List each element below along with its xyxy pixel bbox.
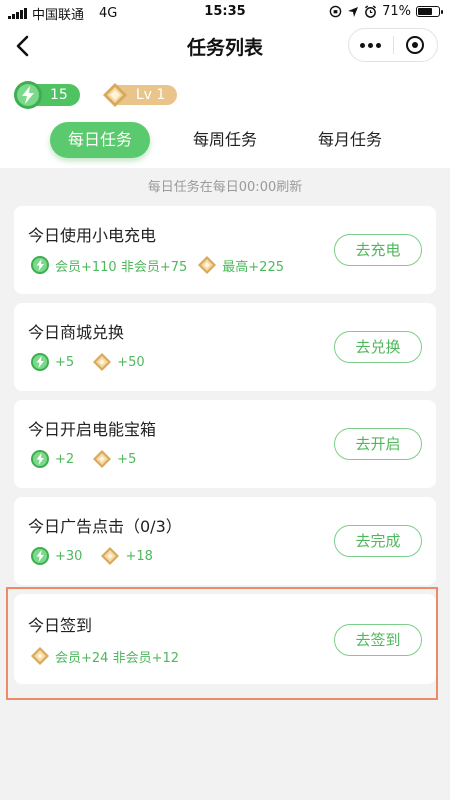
go-checkin-button[interactable]: 去签到 — [334, 624, 422, 656]
green-energy-icon — [31, 353, 49, 371]
task-rewards: 会员+24 非会员+12 — [30, 646, 179, 666]
gold-diamond-icon — [198, 256, 217, 274]
more-dots-icon — [360, 42, 366, 48]
green-energy-icon — [31, 547, 49, 565]
chevron-left-icon — [16, 35, 29, 57]
green-energy-icon — [31, 256, 49, 274]
reward-text: +5 — [55, 354, 75, 370]
gold-diamond-icon — [93, 450, 112, 468]
reward-text: +18 — [125, 548, 153, 564]
tab-weekly[interactable]: 每周任务 — [175, 122, 275, 158]
more-button[interactable] — [349, 29, 393, 61]
go-exchange-button[interactable]: 去兑换 — [334, 331, 422, 363]
reward-text: +5 — [117, 451, 137, 467]
task-card-exchange: 今日商城兑换 +5 +50 去兑换 — [14, 303, 436, 391]
reward-diamond: +50 — [92, 352, 145, 372]
go-charge-button[interactable]: 去充电 — [334, 234, 422, 266]
gold-diamond-icon — [101, 547, 120, 565]
back-button[interactable] — [8, 30, 38, 62]
gold-diamond-icon — [93, 353, 112, 371]
screen-lock-icon — [329, 5, 342, 18]
gold-diamond-icon — [102, 83, 127, 107]
task-card-treasure: 今日开启电能宝箱 +2 +5 去开启 — [14, 400, 436, 488]
tab-monthly[interactable]: 每月任务 — [300, 122, 400, 158]
task-rewards: +2 +5 — [30, 449, 136, 469]
reward-text: 会员+24 非会员+12 — [55, 650, 180, 666]
location-icon — [348, 6, 359, 17]
task-rewards: 会员+110 非会员+75 最高+225 — [30, 255, 284, 275]
more-dot — [368, 42, 374, 48]
header-area: 中国联通 4G 15:35 71% 任务列表 15 Lv 1 每日任务 每周任务… — [0, 0, 450, 168]
go-open-button[interactable]: 去开启 — [334, 428, 422, 460]
more-dot — [376, 42, 382, 48]
task-title: 今日开启电能宝箱 — [28, 420, 157, 439]
miniprogram-capsule — [348, 28, 438, 62]
reward-energy: +2 — [30, 449, 74, 469]
task-rewards: +30 +18 — [30, 546, 153, 566]
level-value: Lv 1 — [135, 87, 166, 103]
reward-diamond: 最高+225 — [197, 255, 284, 275]
target-close-icon — [406, 36, 425, 54]
alarm-icon — [365, 5, 377, 18]
task-title: 今日广告点击（0/3） — [28, 517, 182, 536]
reward-text: +30 — [55, 548, 83, 564]
status-right: 71% — [329, 4, 443, 19]
energy-value: 15 — [50, 87, 68, 103]
reward-diamond: 会员+24 非会员+12 — [30, 646, 179, 666]
task-tabs: 每日任务 每周任务 每月任务 — [0, 122, 450, 160]
nav-bar: 任务列表 — [0, 24, 450, 68]
green-energy-icon — [31, 450, 49, 468]
reward-text: 最高+225 — [222, 259, 284, 275]
reward-diamond: +5 — [92, 449, 136, 469]
go-complete-button[interactable]: 去完成 — [334, 525, 422, 557]
energy-balance: 15 — [14, 81, 80, 109]
reward-text: +2 — [55, 451, 75, 467]
reward-diamond: +18 — [100, 546, 153, 566]
task-list: 今日使用小电充电 会员+110 非会员+75 最高+225 去充电 今日商城兑换… — [14, 206, 436, 693]
gold-diamond-icon — [31, 647, 49, 665]
close-miniprogram-button[interactable] — [394, 29, 438, 61]
battery-icon — [416, 6, 443, 17]
currency-row: 15 Lv 1 — [14, 80, 178, 110]
level-badge: Lv 1 — [102, 83, 178, 107]
refresh-note: 每日任务在每日00:00刷新 — [147, 180, 303, 195]
task-title: 今日签到 — [28, 616, 93, 635]
status-bar: 中国联通 4G 15:35 71% — [0, 0, 450, 24]
tab-daily[interactable]: 每日任务 — [50, 122, 150, 158]
battery-fill — [418, 8, 433, 15]
reward-text: +50 — [117, 354, 145, 370]
reward-text: 会员+110 非会员+75 — [55, 259, 188, 275]
task-rewards: +5 +50 — [30, 352, 145, 372]
battery-percent: 71% — [382, 4, 411, 19]
task-card-checkin: 今日签到 会员+24 非会员+12 去签到 — [14, 594, 436, 684]
task-title: 今日商城兑换 — [28, 323, 125, 342]
task-card-charge: 今日使用小电充电 会员+110 非会员+75 最高+225 去充电 — [14, 206, 436, 294]
reward-energy: 会员+110 非会员+75 — [30, 255, 187, 275]
reward-energy: +30 — [30, 546, 82, 566]
reward-energy: +5 — [30, 352, 74, 372]
green-energy-icon — [14, 81, 42, 109]
task-card-ad-click: 今日广告点击（0/3） +30 +18 去完成 — [14, 497, 436, 585]
task-title: 今日使用小电充电 — [28, 226, 157, 245]
